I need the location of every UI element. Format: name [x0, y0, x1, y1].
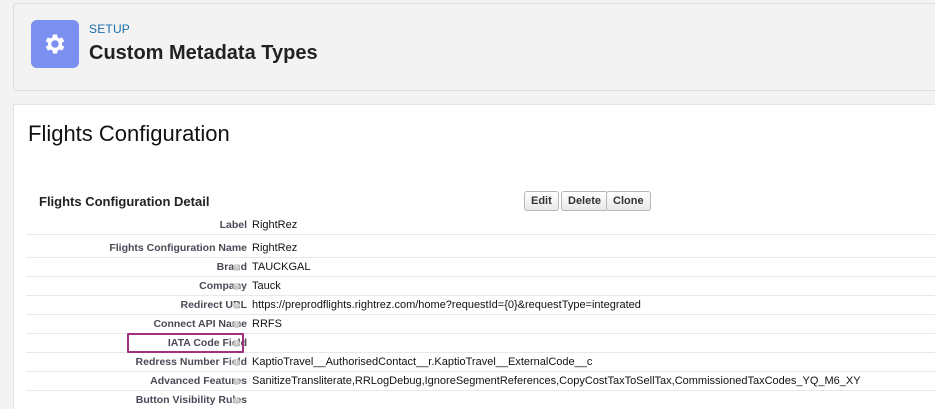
help-icon[interactable]: i	[233, 264, 240, 271]
field-value: TAUCKGAL	[252, 261, 311, 273]
page-header-title: Custom Metadata Types	[89, 42, 318, 64]
gear-icon	[31, 20, 79, 68]
field-row-brand: Brand i TAUCKGAL	[26, 258, 935, 277]
help-icon[interactable]: i	[233, 283, 240, 290]
field-label: Redress Number Field	[135, 356, 247, 368]
field-value: RightRez	[252, 219, 298, 231]
help-icon[interactable]: i	[233, 321, 240, 328]
help-icon[interactable]: i	[233, 302, 240, 309]
field-label: Flights Configuration Name	[109, 242, 247, 254]
field-row-label: Label RightRez	[26, 216, 935, 235]
detail-section-title: Flights Configuration Detail	[39, 194, 210, 209]
setup-eyebrow[interactable]: SETUP	[89, 22, 130, 36]
edit-button[interactable]: Edit	[524, 191, 559, 211]
setup-header: SETUP Custom Metadata Types	[13, 3, 935, 91]
help-icon[interactable]: i	[233, 359, 240, 366]
field-value: RRFS	[252, 318, 282, 330]
field-row-name: Flights Configuration Name RightRez	[26, 239, 935, 258]
field-value: KaptioTravel__AuthorisedContact__r.Kapti…	[252, 356, 593, 368]
field-value: https://preprodflights.rightrez.com/home…	[252, 299, 641, 311]
page-title: Flights Configuration	[28, 121, 230, 146]
field-row-button-visibility: Button Visibility Rules i	[26, 391, 935, 409]
help-icon[interactable]: i	[233, 378, 240, 385]
iata-highlight-box	[127, 333, 244, 353]
field-row-company: Company i Tauck	[26, 277, 935, 296]
help-icon[interactable]: i	[233, 397, 240, 404]
field-row-advanced: Advanced Features i SanitizeTransliterat…	[26, 372, 935, 391]
field-label: Label	[219, 219, 247, 231]
field-row-redirect-url: Redirect URL i https://preprodflights.ri…	[26, 296, 935, 315]
field-row-connect-api: Connect API Name i RRFS	[26, 315, 935, 334]
field-value: RightRez	[252, 242, 298, 254]
delete-button[interactable]: Delete	[561, 191, 609, 211]
field-value: SanitizeTransliterate,RRLogDebug,IgnoreS…	[252, 375, 861, 387]
field-row-redress: Redress Number Field i KaptioTravel__Aut…	[26, 353, 935, 372]
field-value: Tauck	[252, 280, 281, 292]
clone-button[interactable]: Clone	[606, 191, 651, 211]
field-label: Button Visibility Rules	[135, 394, 247, 406]
field-label: Brand	[216, 261, 247, 273]
detail-content: Flights Configuration Flights Configurat…	[13, 104, 935, 409]
